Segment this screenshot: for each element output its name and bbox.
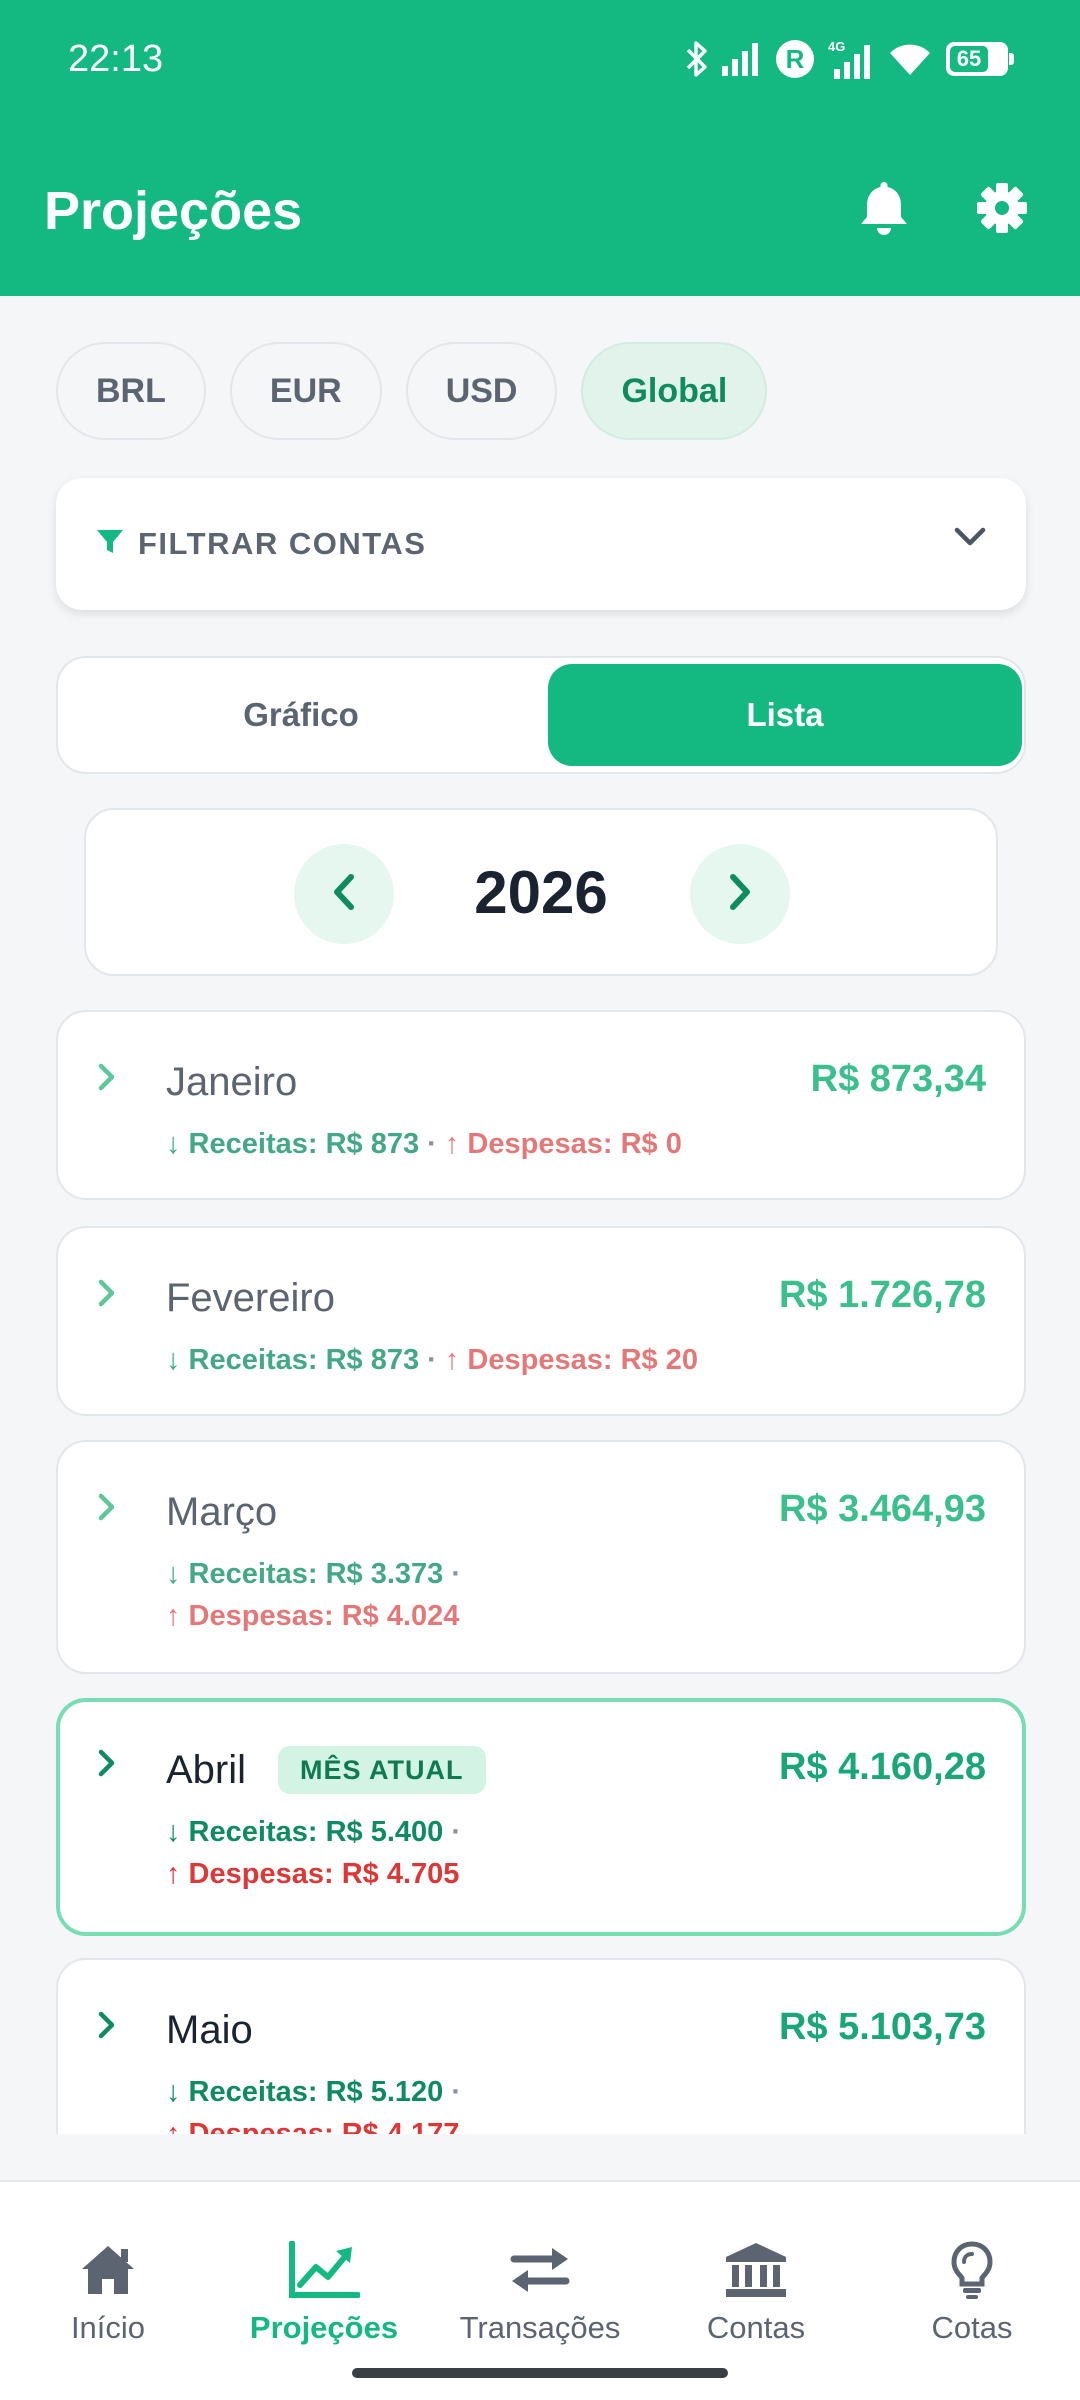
signal-4g-icon: 4G [828,39,874,79]
battery-level: 65 [950,46,988,72]
month-expense-line: ↑ Despesas: R$ 4.177 [166,2118,459,2134]
next-year-button[interactable] [690,844,790,944]
status-bar: 22:13 R 4G 65 [0,0,1080,120]
wifi-icon [888,41,932,77]
home-indicator[interactable] [352,2368,728,2378]
expand-chevron-icon [96,2010,118,2045]
nav-item-cotas[interactable]: Cotas [864,2182,1080,2352]
nav-label: Início [70,2310,146,2345]
month-name: Abril [166,1748,247,1792]
month-total: R$ 1.726,78 [778,1274,986,1316]
month-card-marco[interactable]: Março R$ 3.464,93 ↓ Receitas: R$ 3.373 ·… [56,1440,1026,1674]
expense-text: ↑ Despesas: R$ 4.177 [166,2118,460,2134]
expand-chevron-icon [96,1492,118,1527]
filter-icon [96,528,124,561]
bottom-navigation: Início Projeções Transações Contas Cotas [0,2180,1080,2400]
month-total: R$ 4.160,28 [778,1746,986,1788]
month-card-maio[interactable]: Maio R$ 5.103,73 ↓ Receitas: R$ 5.120 · … [56,1958,1026,2134]
expand-chevron-icon [96,1748,118,1783]
month-card-fevereiro[interactable]: Fevereiro R$ 1.726,78 ↓ Receitas: R$ 873… [56,1226,1026,1416]
expense-text: ↑ Despesas: R$ 4.024 [166,1600,460,1632]
status-time: 22:13 [68,38,164,80]
month-income-line: ↓ Receitas: R$ 5.120 · [166,2076,461,2109]
notifications-button[interactable] [846,172,922,248]
chip-global[interactable]: Global [581,342,768,440]
income-text: ↓ Receitas: R$ 5.120 [166,2076,444,2108]
expand-chevron-icon [96,1278,118,1313]
tab-list[interactable]: Lista [548,664,1022,766]
month-income-line: ↓ Receitas: R$ 5.400 · [166,1816,461,1849]
status-icons: R 4G 65 [686,34,1014,84]
expense-text: ↑ Despesas: R$ 20 [444,1344,698,1376]
bluetooth-icon [686,40,708,78]
nav-label: Projeções [249,2310,399,2345]
separator: · [419,1128,445,1160]
nav-item-transacoes[interactable]: Transações [432,2182,648,2352]
month-name: Maio [166,2008,253,2052]
bell-icon [856,178,912,243]
bank-icon [724,2238,788,2302]
signal-icon [722,42,762,76]
expense-text: ↑ Despesas: R$ 4.705 [166,1858,460,1890]
separator: · [443,1558,461,1590]
settings-button[interactable] [964,172,1040,248]
month-name: Março [166,1490,278,1534]
income-text: ↓ Receitas: R$ 873 [166,1128,420,1160]
gear-icon [976,182,1028,239]
chart-line-icon [288,2238,360,2302]
separator: · [443,1816,461,1848]
chip-brl[interactable]: BRL [56,342,206,440]
nav-label: Cotas [931,2310,1013,2345]
page-title: Projeções [44,181,303,241]
tab-chart[interactable]: Gráfico [64,664,538,766]
month-summary: ↓ Receitas: R$ 873 · ↑ Despesas: R$ 0 [166,1128,682,1161]
lightbulb-icon [950,2238,994,2302]
month-total: R$ 5.103,73 [778,2006,986,2048]
home-icon [78,2238,138,2302]
nav-item-projecoes[interactable]: Projeções [216,2182,432,2352]
chip-usd[interactable]: USD [405,342,558,440]
month-income-line: ↓ Receitas: R$ 3.373 · [166,1558,461,1591]
separator: · [443,2076,461,2108]
filter-label: FILTRAR CONTAS [138,526,427,561]
month-summary: ↓ Receitas: R$ 873 · ↑ Despesas: R$ 20 [166,1344,698,1377]
expense-text: ↑ Despesas: R$ 0 [444,1128,682,1160]
expand-chevron-icon [96,1062,118,1097]
nav-item-inicio[interactable]: Início [0,2182,216,2352]
transfer-icon [508,2238,572,2302]
battery-icon: 65 [946,42,1014,76]
year-navigator: 2026 [84,808,998,976]
nav-label: Transações [459,2310,621,2345]
chevron-right-icon [725,872,755,917]
currency-chips: BRL EUR USD Global [56,342,768,440]
nav-label: Contas [706,2310,806,2345]
roaming-icon: R [776,40,814,78]
month-total: R$ 873,34 [810,1058,986,1100]
view-toggle: Gráfico Lista [56,656,1026,774]
month-list: Janeiro R$ 873,34 ↓ Receitas: R$ 873 · ↑… [56,1010,1026,2134]
nav-item-contas[interactable]: Contas [648,2182,864,2352]
month-total: R$ 3.464,93 [778,1488,986,1530]
income-text: ↓ Receitas: R$ 5.400 [166,1816,444,1848]
month-card-janeiro[interactable]: Janeiro R$ 873,34 ↓ Receitas: R$ 873 · ↑… [56,1010,1026,1200]
month-expense-line: ↑ Despesas: R$ 4.705 [166,1858,459,1891]
income-text: ↓ Receitas: R$ 3.373 [166,1558,444,1590]
month-name: Janeiro [166,1060,298,1104]
separator: · [419,1344,445,1376]
svg-text:4G: 4G [828,39,845,54]
month-expense-line: ↑ Despesas: R$ 4.024 [166,1600,459,1633]
income-text: ↓ Receitas: R$ 873 [166,1344,420,1376]
app-header: 22:13 R 4G 65 Projeções [0,0,1080,296]
chip-eur[interactable]: EUR [229,342,382,440]
chevron-down-icon [954,526,986,553]
month-card-abril[interactable]: Abril MÊS ATUAL R$ 4.160,28 ↓ Receitas: … [56,1698,1026,1936]
year-value: 2026 [474,859,608,926]
current-month-badge: MÊS ATUAL [278,1746,486,1794]
month-name: Fevereiro [166,1276,335,1320]
filter-accounts-dropdown[interactable]: FILTRAR CONTAS [56,478,1026,610]
